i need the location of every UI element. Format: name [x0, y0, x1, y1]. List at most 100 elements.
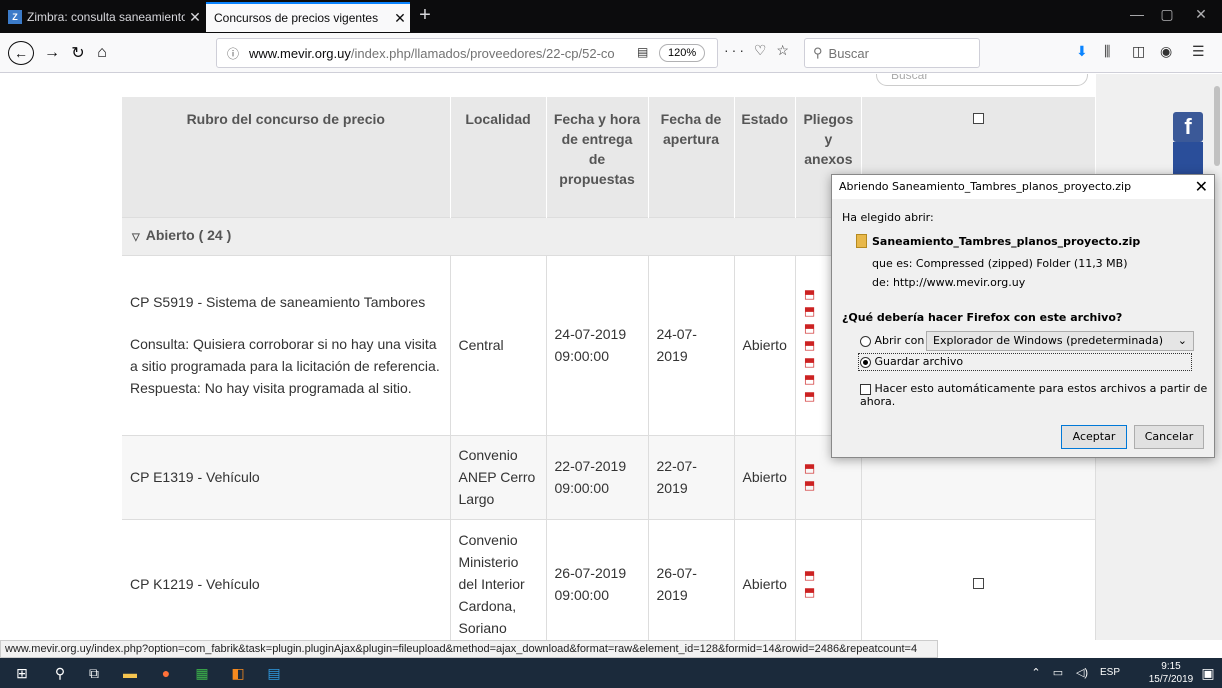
- col-rubro[interactable]: Rubro del concurso de precio: [122, 97, 451, 217]
- dialog-title: Abriendo Saneamiento_Tambres_planos_proy…: [832, 175, 1214, 199]
- auto-checkbox[interactable]: [860, 383, 871, 395]
- pdf-icon[interactable]: ⬒: [804, 584, 853, 601]
- facebook-icon[interactable]: f: [1173, 112, 1203, 142]
- download-icon[interactable]: ⬇: [1076, 43, 1088, 60]
- search-input[interactable]: ⚲ Buscar: [804, 38, 980, 68]
- col-localidad[interactable]: Localidad: [450, 97, 547, 217]
- library-icon[interactable]: ⫼: [1104, 43, 1110, 60]
- dialog-title-text: Abriendo Saneamiento_Tambres_planos_proy…: [839, 180, 1132, 193]
- cell-estado: Abierto: [734, 434, 796, 519]
- search-icon: ⚲: [813, 45, 823, 60]
- cell-rubro: CP S5919 - Sistema de saneamiento Tambor…: [122, 254, 451, 435]
- close-icon[interactable]: ✕: [390, 10, 410, 27]
- cell-apertura: 22-07-2019: [648, 434, 735, 519]
- nav-bar: ← → ↻ ⌂ ⓘ www.mevir.org.uy /index.php/ll…: [0, 33, 1222, 73]
- app-select[interactable]: Explorador de Windows (predeterminada) ⌄: [926, 331, 1194, 351]
- app-select-value: Explorador de Windows (predeterminada): [933, 334, 1164, 347]
- save-file-radio[interactable]: [860, 356, 871, 368]
- info-icon[interactable]: ⓘ: [227, 45, 243, 62]
- tab-bar: Z Zimbra: consulta saneamiento ✕ Concurs…: [0, 0, 1222, 33]
- search-icon[interactable]: ⚲: [50, 663, 70, 683]
- status-url: www.mevir.org.uy/index.php?option=com_fa…: [0, 640, 938, 658]
- cell-estado: Abierto: [734, 518, 796, 640]
- scroll-thumb[interactable]: [1214, 86, 1220, 166]
- document-icon[interactable]: ▤: [264, 663, 284, 683]
- download-dialog: Abriendo Saneamiento_Tambres_planos_proy…: [831, 174, 1215, 458]
- new-tab-button[interactable]: +: [414, 4, 436, 28]
- window-close-button[interactable]: ✕: [1186, 6, 1216, 26]
- chevron-down-icon: ⌄: [1177, 334, 1187, 347]
- cell-rubro[interactable]: CP E1319 - Vehículo: [122, 434, 451, 519]
- cell-estado: Abierto: [734, 254, 796, 435]
- reload-button[interactable]: ↻: [68, 41, 88, 65]
- save-file-label: Guardar archivo: [874, 355, 964, 368]
- dialog-filename: Saneamiento_Tambres_planos_proyecto.zip: [872, 235, 1141, 248]
- cell-apertura: 24-07-2019: [648, 254, 735, 435]
- windows-start-icon[interactable]: ⊞: [12, 663, 32, 683]
- volume-icon[interactable]: ◁): [1072, 663, 1092, 683]
- sidebar-icon[interactable]: ◫: [1132, 43, 1145, 60]
- file-explorer-icon[interactable]: ▬: [120, 663, 140, 683]
- close-icon[interactable]: ✕: [185, 9, 205, 26]
- col-estado[interactable]: Estado: [734, 97, 796, 217]
- zip-file-icon: [856, 234, 867, 248]
- row-consulta: Consulta: Quisiera corroborar si no hay …: [130, 336, 440, 374]
- zoom-indicator[interactable]: 120%: [659, 44, 706, 62]
- url-host: www.mevir.org.uy: [249, 45, 351, 61]
- select-all-checkbox[interactable]: [972, 113, 984, 124]
- url-bar[interactable]: ⓘ www.mevir.org.uy /index.php/llamados/p…: [216, 38, 718, 68]
- task-view-icon[interactable]: ⧉: [84, 663, 104, 683]
- close-icon[interactable]: ✕: [1195, 175, 1208, 199]
- spreadsheet-icon[interactable]: ▦: [192, 663, 212, 683]
- cell-localidad: Central: [450, 254, 547, 435]
- home-icon[interactable]: ⌂: [92, 41, 112, 65]
- page-actions-icons[interactable]: ··· ♡ ☆: [724, 42, 792, 59]
- clock[interactable]: 9:15 15/7/2019: [1146, 660, 1196, 686]
- pdf-icon[interactable]: ⬒: [804, 460, 853, 477]
- clock-time: 9:15: [1161, 661, 1181, 672]
- language-indicator[interactable]: ESP: [1096, 663, 1124, 683]
- open-with-label: Abrir con: [874, 334, 925, 347]
- minimize-button[interactable]: —: [1122, 6, 1152, 26]
- back-button[interactable]: ←: [8, 41, 34, 65]
- cell-pliegos: ⬒ ⬒: [795, 518, 862, 640]
- tab-title: Zimbra: consulta saneamiento: [27, 10, 185, 24]
- pdf-icon[interactable]: ⬒: [804, 567, 853, 584]
- tab-zimbra[interactable]: Z Zimbra: consulta saneamiento ✕: [0, 2, 205, 32]
- firefox-icon[interactable]: ●: [156, 663, 176, 683]
- tab-concursos[interactable]: Concursos de precios vigentes ✕: [206, 2, 410, 32]
- account-icon[interactable]: ◉: [1160, 43, 1172, 60]
- row-checkbox[interactable]: [972, 578, 984, 589]
- save-file-option[interactable]: Guardar archivo: [860, 355, 963, 368]
- cell-rubro[interactable]: CP K1219 - Vehículo: [122, 518, 451, 640]
- app-icon[interactable]: ◧: [228, 663, 248, 683]
- cell-localidad: Convenio ANEP Cerro Largo: [450, 434, 547, 519]
- accept-button[interactable]: Aceptar: [1061, 425, 1127, 449]
- pdf-icon[interactable]: ⬒: [804, 477, 853, 494]
- cell-apertura: 26-07-2019: [648, 518, 735, 640]
- col-entrega[interactable]: Fecha y hora de entrega de propuestas: [546, 97, 649, 217]
- notifications-icon[interactable]: ▣: [1198, 663, 1218, 683]
- cell-localidad: Convenio Ministerio del Interior Cardona…: [450, 518, 547, 640]
- taskbar: ⊞ ⚲ ⧉ ▬ ● ▦ ◧ ▤ ⌃ ▭ ◁) ESP 9:15 15/7/201…: [0, 658, 1222, 688]
- page-search-input[interactable]: Buscar: [876, 74, 1088, 86]
- maximize-button[interactable]: ▢: [1152, 6, 1182, 26]
- row-title[interactable]: CP S5919 - Sistema de saneamiento Tambor…: [130, 291, 442, 313]
- forward-button[interactable]: →: [42, 41, 62, 65]
- tab-title: Concursos de precios vigentes: [214, 11, 379, 25]
- menu-icon[interactable]: ☰: [1192, 43, 1205, 60]
- cell-select: [861, 518, 1097, 640]
- search-placeholder: Buscar: [828, 45, 869, 61]
- zimbra-icon: Z: [8, 10, 22, 24]
- auto-option[interactable]: Hacer esto automáticamente para estos ar…: [860, 382, 1214, 408]
- tray-icons[interactable]: ⌃: [1026, 663, 1046, 683]
- collapse-icon[interactable]: ▽: [132, 232, 140, 243]
- open-with-option[interactable]: Abrir con: [860, 334, 924, 347]
- cancel-button[interactable]: Cancelar: [1134, 425, 1204, 449]
- table-row: CP K1219 - Vehículo Convenio Ministerio …: [122, 518, 1097, 640]
- page-search-strip: Buscar: [600, 74, 1090, 86]
- col-apertura[interactable]: Fecha de apertura: [648, 97, 735, 217]
- network-icon[interactable]: ▭: [1048, 663, 1068, 683]
- reader-view-icon[interactable]: ▤: [637, 45, 648, 59]
- open-with-radio[interactable]: [860, 335, 871, 347]
